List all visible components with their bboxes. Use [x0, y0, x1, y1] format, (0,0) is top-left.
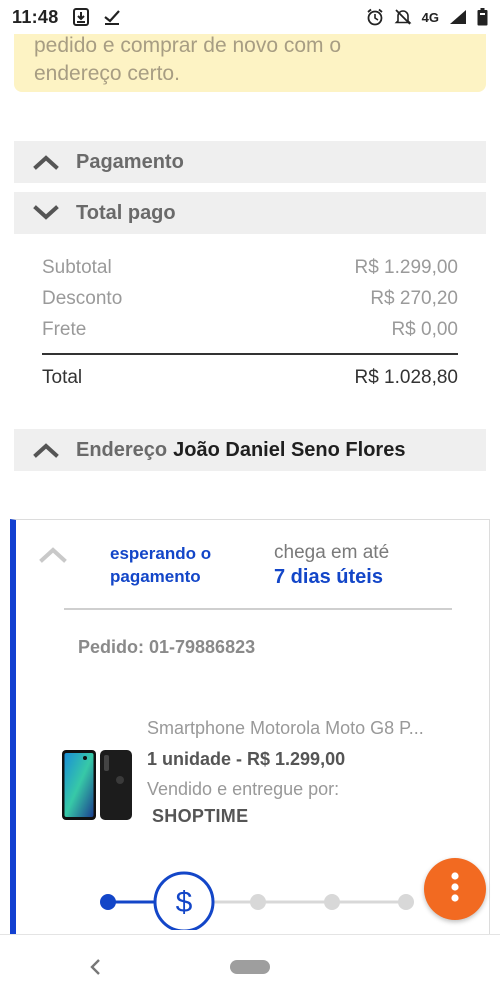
subtotal-label: Subtotal [42, 256, 112, 278]
system-navigation-bar [0, 934, 500, 1000]
subtotal-row: Subtotal R$ 1.299,00 [42, 252, 458, 283]
discount-label: Desconto [42, 287, 123, 309]
total-paid-section-label: Total pago [76, 201, 176, 224]
progress-step-4 [324, 894, 340, 910]
seller-label: Vendido e entregue por: [147, 779, 340, 799]
chevron-up-icon[interactable] [38, 544, 68, 568]
back-icon[interactable] [84, 955, 108, 979]
progress-step-3 [250, 894, 266, 910]
total-row: Total R$ 1.028,80 [42, 355, 458, 401]
discount-row: Desconto R$ 270,20 [42, 283, 458, 314]
order-number: Pedido: 01-79886823 [78, 637, 256, 657]
bell-off-icon [394, 8, 412, 26]
total-label: Total [42, 367, 83, 388]
status-time: 11:48 [12, 6, 59, 27]
signal-icon [449, 9, 467, 25]
totals-table: Subtotal R$ 1.299,00 Desconto R$ 270,20 … [42, 252, 458, 401]
payment-section-label: Pagamento [76, 150, 184, 173]
progress-step-1 [100, 894, 116, 910]
status-bar: 11:48 4G [0, 0, 500, 34]
discount-value: R$ 270,20 [370, 287, 458, 309]
order-status: esperando o pagamento [110, 544, 212, 586]
home-pill[interactable] [230, 960, 270, 974]
product-name[interactable]: Smartphone Motorola Moto G8 P... [147, 718, 447, 739]
eta-label: chega em até [274, 542, 390, 563]
address-section-label: Endereço [76, 438, 168, 461]
download-icon [72, 8, 89, 26]
shipping-row: Frete R$ 0,00 [42, 314, 458, 345]
payment-section-header[interactable]: Pagamento [14, 141, 486, 183]
chevron-down-icon [32, 199, 60, 227]
product-image[interactable] [60, 746, 134, 824]
notice-line-1: pedido e comprar de novo com o [34, 34, 342, 57]
notice-banner: pedido e comprar de novo com o endereço … [14, 28, 486, 92]
seller-name: SHOPTIME [152, 806, 249, 826]
network-type: 4G [421, 9, 439, 25]
total-paid-section-header[interactable]: Total pago [14, 192, 486, 234]
more-options-button[interactable] [424, 858, 486, 920]
progress-step-5 [398, 894, 414, 910]
order-progress-tracker: $ [96, 870, 416, 933]
address-recipient-name: João Daniel Seno Flores [173, 438, 406, 461]
eta-value: 7 dias úteis [274, 566, 383, 588]
alarm-icon [366, 8, 384, 26]
chevron-up-icon [32, 436, 60, 464]
order-card: esperando o pagamento chega em até 7 dia… [10, 519, 490, 939]
more-vertical-icon [450, 871, 460, 907]
product-quantity-price: 1 unidade - R$ 1.299,00 [147, 749, 346, 769]
subtotal-value: R$ 1.299,00 [354, 256, 458, 278]
shipping-value: R$ 0,00 [391, 318, 458, 340]
battery-icon [477, 8, 488, 26]
order-divider [64, 608, 452, 610]
chevron-up-icon [32, 148, 60, 176]
shipping-label: Frete [42, 318, 87, 340]
check-icon [103, 8, 121, 26]
total-value: R$ 1.028,80 [354, 367, 458, 388]
address-section-header[interactable]: Endereço João Daniel Seno Flores [14, 429, 486, 471]
notice-line-2: endereço certo. [34, 62, 180, 85]
dollar-icon: $ [176, 886, 193, 919]
